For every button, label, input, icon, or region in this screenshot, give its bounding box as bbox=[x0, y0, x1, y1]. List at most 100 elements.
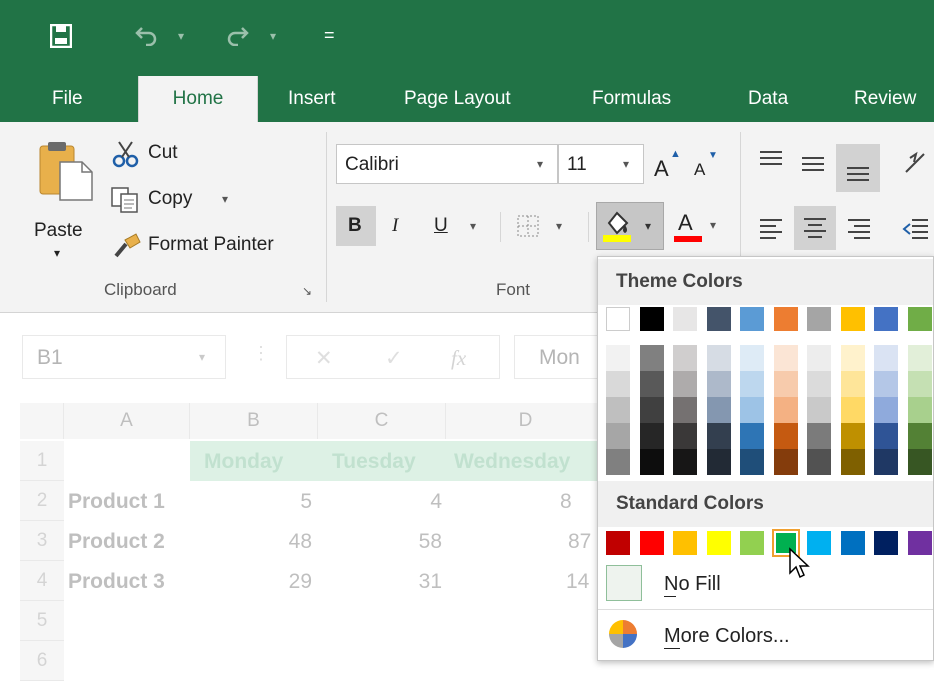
theme-shade-swatch[interactable] bbox=[840, 397, 865, 423]
theme-shade-swatch[interactable] bbox=[840, 345, 865, 371]
theme-color-swatch[interactable] bbox=[606, 307, 630, 331]
theme-color-swatch[interactable] bbox=[673, 307, 697, 331]
theme-color-swatch[interactable] bbox=[807, 307, 831, 331]
align-center-button[interactable] bbox=[794, 206, 836, 250]
theme-color-swatch[interactable] bbox=[740, 307, 764, 331]
theme-shade-swatch[interactable] bbox=[706, 345, 731, 371]
align-middle-button[interactable] bbox=[794, 144, 832, 184]
theme-shade-swatch[interactable] bbox=[639, 423, 664, 449]
theme-shade-swatch[interactable] bbox=[840, 449, 865, 475]
font-color-button[interactable]: A ▾ bbox=[670, 206, 728, 246]
cell-d3[interactable]: 87 bbox=[568, 530, 591, 554]
standard-color-swatch[interactable] bbox=[606, 531, 630, 555]
theme-shade-swatch[interactable] bbox=[874, 345, 898, 371]
theme-shade-swatch[interactable] bbox=[907, 449, 932, 475]
theme-shade-swatch[interactable] bbox=[639, 449, 664, 475]
fill-color-dropdown-icon[interactable]: ▾ bbox=[645, 219, 651, 233]
theme-shade-swatch[interactable] bbox=[606, 449, 630, 475]
theme-shade-swatch[interactable] bbox=[773, 371, 798, 397]
theme-shade-swatch[interactable] bbox=[840, 423, 865, 449]
theme-shade-swatch[interactable] bbox=[673, 345, 697, 371]
clipboard-dialog-launcher-icon[interactable]: ↘ bbox=[302, 284, 312, 298]
cut-button[interactable]: Cut bbox=[110, 138, 200, 170]
theme-shade-swatch[interactable] bbox=[874, 449, 898, 475]
font-size-combobox[interactable]: 11 ▾ bbox=[558, 144, 644, 184]
tab-home[interactable]: Home bbox=[138, 76, 258, 122]
theme-shade-swatch[interactable] bbox=[807, 397, 831, 423]
theme-shade-swatch[interactable] bbox=[606, 345, 630, 371]
shrink-font-button[interactable]: A ▼ bbox=[692, 148, 722, 182]
theme-shade-swatch[interactable] bbox=[907, 345, 932, 371]
cell-d4[interactable]: 14 bbox=[566, 570, 589, 594]
tab-data[interactable]: Data bbox=[732, 76, 804, 122]
theme-shade-swatch[interactable] bbox=[706, 371, 731, 397]
format-painter-button[interactable]: Format Painter bbox=[110, 230, 310, 262]
confirm-entry-icon[interactable]: ✓ bbox=[385, 346, 403, 371]
row-header-5[interactable]: 5 bbox=[20, 601, 64, 641]
theme-shade-swatch[interactable] bbox=[807, 423, 831, 449]
theme-shade-swatch[interactable] bbox=[606, 371, 630, 397]
column-header-c[interactable]: C bbox=[318, 403, 446, 439]
theme-shade-swatch[interactable] bbox=[907, 397, 932, 423]
standard-color-swatch[interactable] bbox=[740, 531, 764, 555]
undo-icon[interactable] bbox=[134, 24, 160, 50]
cell-b3[interactable]: 48 bbox=[250, 530, 312, 554]
cell-b1[interactable]: Monday bbox=[204, 450, 283, 474]
cell-b2[interactable]: 5 bbox=[250, 490, 312, 514]
row-header-3[interactable]: 3 bbox=[20, 521, 64, 561]
standard-color-swatch[interactable] bbox=[840, 531, 865, 555]
theme-shade-swatch[interactable] bbox=[740, 449, 764, 475]
name-box-dropdown-icon[interactable]: ▾ bbox=[199, 350, 205, 364]
no-fill-option[interactable]: No Fill bbox=[604, 563, 929, 607]
decrease-indent-button[interactable] bbox=[896, 208, 934, 248]
theme-shade-swatch[interactable] bbox=[639, 397, 664, 423]
column-header-b[interactable]: B bbox=[190, 403, 318, 439]
theme-color-swatch[interactable] bbox=[840, 307, 865, 331]
theme-color-swatch[interactable] bbox=[639, 307, 664, 331]
underline-button[interactable]: U ▾ bbox=[426, 206, 488, 246]
theme-shade-swatch[interactable] bbox=[639, 345, 664, 371]
theme-shade-swatch[interactable] bbox=[773, 423, 798, 449]
theme-shade-swatch[interactable] bbox=[706, 423, 731, 449]
theme-shade-swatch[interactable] bbox=[673, 397, 697, 423]
font-name-dropdown-icon[interactable]: ▾ bbox=[537, 157, 543, 171]
column-header-d[interactable]: D bbox=[446, 403, 606, 439]
orientation-button[interactable] bbox=[896, 144, 934, 184]
theme-shade-swatch[interactable] bbox=[807, 449, 831, 475]
theme-shade-swatch[interactable] bbox=[740, 345, 764, 371]
font-color-dropdown-icon[interactable]: ▾ bbox=[710, 218, 716, 232]
align-top-button[interactable] bbox=[752, 144, 790, 184]
theme-shade-swatch[interactable] bbox=[639, 371, 664, 397]
theme-shade-swatch[interactable] bbox=[907, 371, 932, 397]
standard-color-swatch[interactable] bbox=[673, 531, 697, 555]
row-header-6[interactable]: 6 bbox=[20, 641, 64, 681]
theme-color-swatch[interactable] bbox=[773, 307, 798, 331]
cell-c2[interactable]: 4 bbox=[380, 490, 442, 514]
undo-dropdown-icon[interactable]: ▾ bbox=[178, 30, 184, 42]
theme-shade-swatch[interactable] bbox=[740, 397, 764, 423]
redo-icon[interactable] bbox=[224, 24, 250, 50]
copy-button[interactable]: Copy ▾ bbox=[110, 184, 240, 216]
theme-shade-swatch[interactable] bbox=[706, 397, 731, 423]
customize-qat-icon[interactable]: = bbox=[324, 26, 335, 44]
theme-color-swatch[interactable] bbox=[907, 307, 932, 331]
theme-shade-swatch[interactable] bbox=[773, 397, 798, 423]
font-name-combobox[interactable]: Calibri ▾ bbox=[336, 144, 558, 184]
theme-shade-swatch[interactable] bbox=[673, 423, 697, 449]
row-header-4[interactable]: 4 bbox=[20, 561, 64, 601]
name-box[interactable]: B1 ▾ bbox=[22, 335, 226, 379]
tab-page-layout[interactable]: Page Layout bbox=[388, 76, 527, 122]
standard-color-swatch[interactable] bbox=[639, 531, 664, 555]
align-left-button[interactable] bbox=[752, 208, 790, 248]
theme-color-swatch[interactable] bbox=[874, 307, 898, 331]
theme-shade-swatch[interactable] bbox=[673, 449, 697, 475]
insert-function-icon[interactable]: fx bbox=[451, 346, 466, 371]
borders-button[interactable]: ▾ bbox=[510, 206, 580, 246]
theme-shade-swatch[interactable] bbox=[840, 371, 865, 397]
standard-color-swatch[interactable] bbox=[907, 531, 932, 555]
theme-shade-swatch[interactable] bbox=[740, 371, 764, 397]
cancel-entry-icon[interactable]: ✕ bbox=[315, 346, 333, 371]
theme-shade-swatch[interactable] bbox=[907, 423, 932, 449]
redo-dropdown-icon[interactable]: ▾ bbox=[270, 30, 276, 42]
cell-c3[interactable]: 58 bbox=[380, 530, 442, 554]
